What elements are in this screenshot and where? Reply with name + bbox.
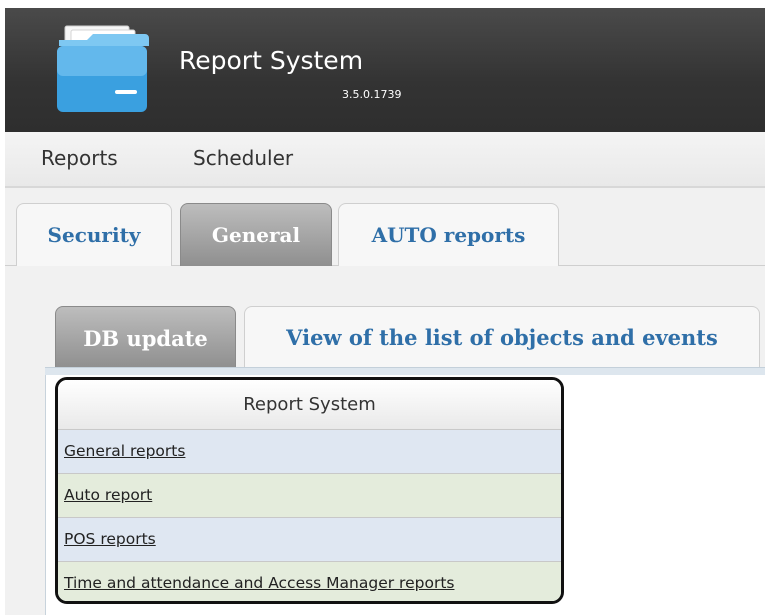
tab-security[interactable]: Security [16,203,172,266]
tab-general[interactable]: General [180,203,332,266]
main-menu: Reports Scheduler [5,132,765,188]
tab-auto-reports[interactable]: AUTO reports [338,203,559,266]
menu-item-reports[interactable]: Reports [41,146,118,170]
report-system-panel: Report System General reports Auto repor… [55,377,564,604]
report-panel-title: Report System [58,380,561,430]
app-header: Report System 3.5.0.1739 [5,8,765,132]
link-general-reports[interactable]: General reports [58,430,561,474]
subtab-strip [45,367,765,375]
link-pos-reports[interactable]: POS reports [58,518,561,562]
tab-view-list-objects-events[interactable]: View of the list of objects and events [244,306,760,368]
link-time-attendance-reports[interactable]: Time and attendance and Access Manager r… [58,562,561,601]
app-version: 3.5.0.1739 [342,88,402,101]
folder-icon [57,25,149,112]
tab-db-update[interactable]: DB update [55,306,236,368]
link-auto-report[interactable]: Auto report [58,474,561,518]
menu-item-scheduler[interactable]: Scheduler [193,146,293,170]
app-title: Report System [179,46,364,75]
